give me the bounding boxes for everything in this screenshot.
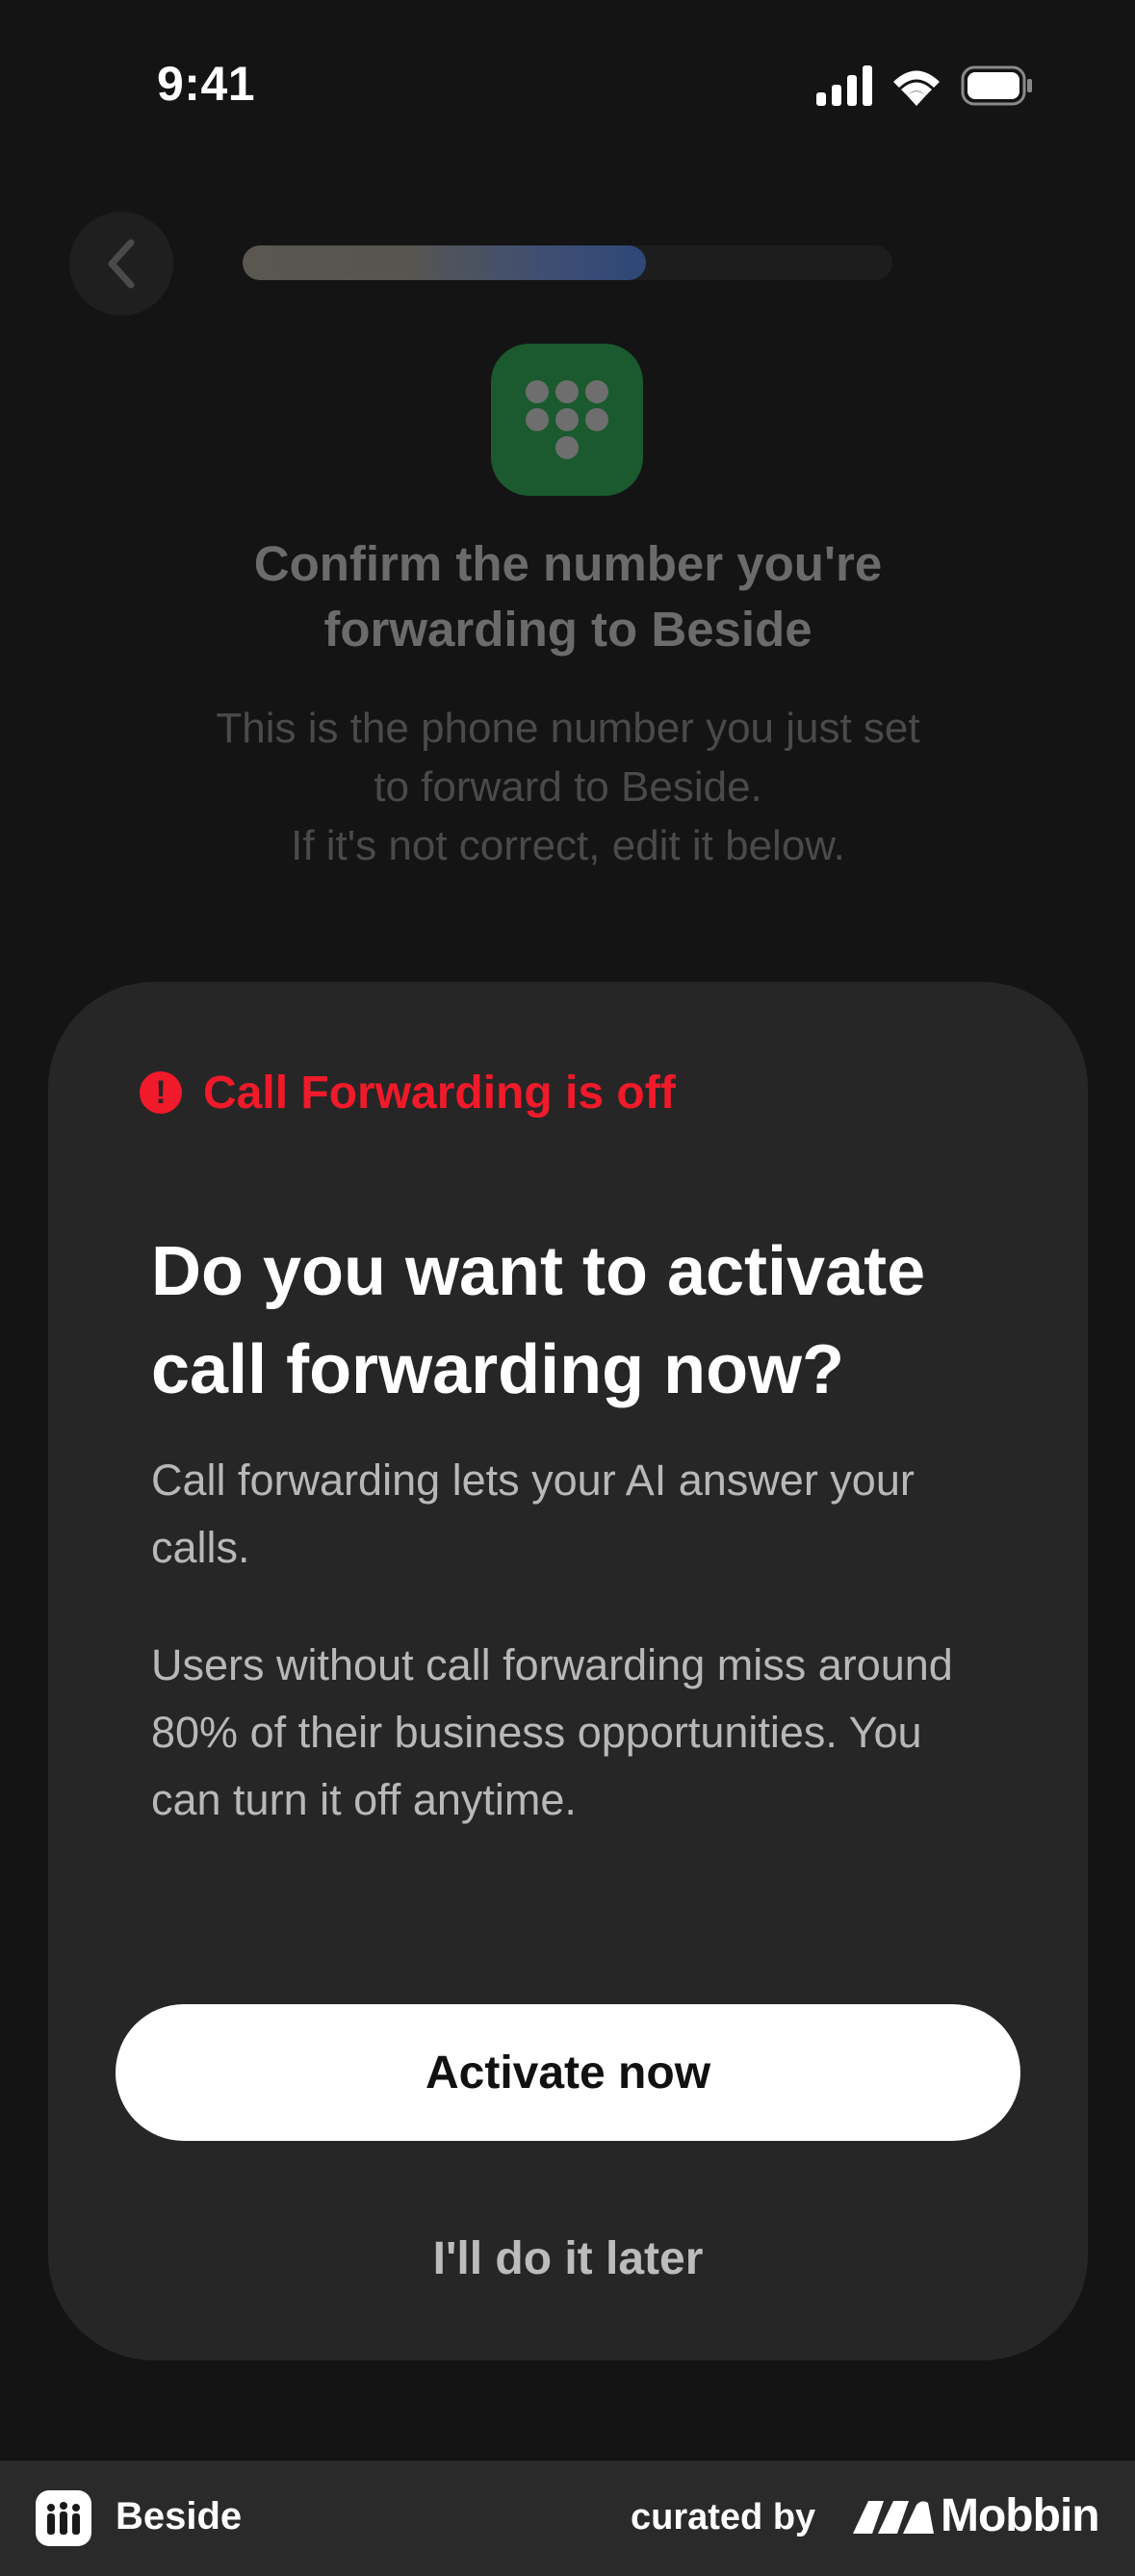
subtitle-line: to forward to Beside. <box>374 763 762 811</box>
alert-icon: ! <box>140 1071 182 1114</box>
activate-now-button[interactable]: Activate now <box>116 2004 1020 2141</box>
chevron-left-icon <box>108 239 135 289</box>
subtitle-line: If it's not correct, edit it below. <box>291 822 845 869</box>
sheet-body-text: Users without call forwarding miss aroun… <box>151 1640 953 1824</box>
sheet-title: Do you want to activate call forwarding … <box>151 1233 926 1408</box>
curated-by-label: curated by <box>631 2497 816 2537</box>
status-time: 9:41 <box>157 57 256 111</box>
dialpad-app-icon <box>491 344 643 496</box>
signal-icon <box>816 65 872 106</box>
status-icons <box>809 64 1040 108</box>
progress-fill <box>243 245 646 280</box>
beside-logo-icon <box>36 2490 91 2546</box>
dialpad-icon <box>526 380 608 459</box>
wifi-icon <box>893 70 940 106</box>
mobbin-wordmark: Mobbin <box>941 2490 1100 2541</box>
background-subtitle: This is the phone number you just set to… <box>116 699 1020 875</box>
background-title: Confirm the number you're forwarding to … <box>253 536 883 657</box>
battery-icon <box>961 65 1032 106</box>
forwarding-status-text: Call Forwarding is off <box>203 1067 676 1119</box>
forwarding-status: ! Call Forwarding is off <box>140 1063 676 1122</box>
back-button[interactable] <box>69 212 173 316</box>
sheet-body-text: Call forwarding lets your AI answer your… <box>151 1455 915 1572</box>
onboarding-progress <box>243 245 892 280</box>
footer-app-name: Beside <box>116 2495 243 2537</box>
subtitle-line: This is the phone number you just set <box>216 705 920 752</box>
do-it-later-button[interactable]: I'll do it later <box>116 2224 1020 2293</box>
